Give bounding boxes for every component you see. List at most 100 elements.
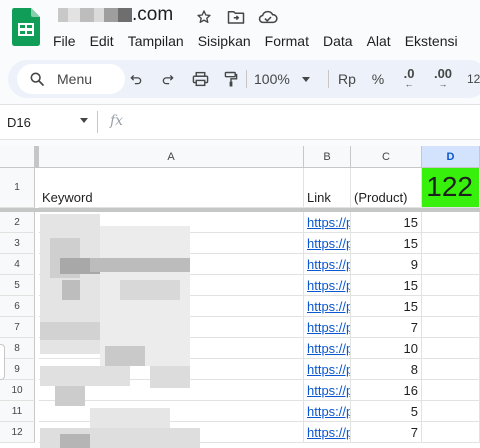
- link-cell[interactable]: https://p: [304, 296, 351, 317]
- menu-insert[interactable]: Sisipkan: [191, 31, 258, 51]
- product-count-cell[interactable]: 8: [351, 359, 422, 380]
- link-cell[interactable]: https://p: [304, 212, 351, 233]
- product-count-cell[interactable]: 9: [351, 254, 422, 275]
- increase-decimal-button[interactable]: .00 →: [429, 66, 457, 90]
- empty-cell-d[interactable]: [422, 380, 480, 401]
- link-cell[interactable]: https://p: [304, 254, 351, 275]
- header-cell-keyword[interactable]: Keyword: [39, 168, 304, 208]
- column-header-a[interactable]: A: [39, 146, 304, 168]
- search-icon: [30, 72, 44, 86]
- empty-cell-d[interactable]: [422, 338, 480, 359]
- empty-cell-d[interactable]: [422, 254, 480, 275]
- title-actions: [193, 7, 279, 27]
- menu-data[interactable]: Data: [316, 31, 360, 51]
- select-all-corner[interactable]: [0, 146, 35, 168]
- side-panel-tab[interactable]: [0, 344, 5, 380]
- column-header-b[interactable]: B: [304, 146, 351, 168]
- formula-input[interactable]: [140, 111, 470, 133]
- product-count-cell[interactable]: 7: [351, 422, 422, 443]
- menu-bar: File Edit Tampilan Sisipkan Format Data …: [46, 31, 465, 51]
- name-box-value: D16: [7, 114, 31, 130]
- product-count-cell[interactable]: 16: [351, 380, 422, 401]
- product-count-cell[interactable]: 7: [351, 317, 422, 338]
- print-icon[interactable]: [189, 68, 211, 90]
- star-icon[interactable]: [193, 7, 215, 27]
- decrease-decimal-button[interactable]: .0 ←: [397, 66, 421, 90]
- zoom-select[interactable]: 100%: [254, 68, 318, 90]
- arrow-left-icon: ←: [404, 79, 414, 89]
- fx-icon: fx: [110, 113, 124, 129]
- link-cell[interactable]: https://p: [304, 359, 351, 380]
- row-header[interactable]: 6: [0, 296, 35, 317]
- menu-view[interactable]: Tampilan: [121, 31, 191, 51]
- paint-format-icon[interactable]: [220, 68, 242, 90]
- redacted-title: [58, 8, 68, 22]
- row-header[interactable]: 5: [0, 275, 35, 296]
- row-header[interactable]: 1: [0, 168, 35, 208]
- name-box[interactable]: D16: [0, 105, 97, 139]
- column-header-c[interactable]: C: [351, 146, 422, 168]
- empty-cell-d[interactable]: [422, 212, 480, 233]
- empty-cell-d[interactable]: [422, 401, 480, 422]
- menu-tools[interactable]: Alat: [360, 31, 398, 51]
- chevron-down-icon: [80, 118, 88, 123]
- menu-file[interactable]: File: [46, 31, 83, 51]
- empty-cell-d[interactable]: [422, 296, 480, 317]
- app-header: .com File Edit Tampilan Sisipkan Format …: [0, 0, 480, 58]
- link-cell[interactable]: https://p: [304, 317, 351, 338]
- row-header[interactable]: 2: [0, 212, 35, 233]
- chevron-down-icon: [301, 76, 310, 82]
- menu-edit[interactable]: Edit: [83, 31, 121, 51]
- toolbar-divider: [328, 70, 329, 88]
- product-count-cell[interactable]: 15: [351, 212, 422, 233]
- empty-cell-d[interactable]: [422, 359, 480, 380]
- product-count-cell[interactable]: 15: [351, 233, 422, 254]
- search-menus-label: Menu: [57, 71, 93, 87]
- link-cell[interactable]: https://p: [304, 275, 351, 296]
- link-cell[interactable]: https://p: [304, 338, 351, 359]
- row-header[interactable]: 4: [0, 254, 35, 275]
- search-menus-button[interactable]: Menu: [17, 64, 125, 94]
- empty-cell-d[interactable]: [422, 317, 480, 338]
- empty-cell-d[interactable]: [422, 233, 480, 254]
- move-folder-icon[interactable]: [225, 7, 247, 27]
- percent-format-button[interactable]: %: [368, 68, 388, 90]
- redo-icon[interactable]: [158, 68, 178, 90]
- product-count-cell[interactable]: 10: [351, 338, 422, 359]
- more-formats-button[interactable]: 123: [465, 68, 480, 90]
- row-header[interactable]: 3: [0, 233, 35, 254]
- product-count-cell[interactable]: 15: [351, 275, 422, 296]
- cloud-status-icon[interactable]: [257, 7, 279, 27]
- link-cell[interactable]: https://p: [304, 233, 351, 254]
- empty-cell-d[interactable]: [422, 422, 480, 443]
- row-header[interactable]: 7: [0, 317, 35, 338]
- formula-divider: [97, 111, 98, 133]
- increase-decimal-label: .00: [433, 66, 453, 81]
- header-cell-product[interactable]: (Product): [351, 168, 422, 208]
- total-cell[interactable]: 122: [422, 168, 480, 208]
- link-cell[interactable]: https://p: [304, 380, 351, 401]
- link-cell[interactable]: https://p: [304, 422, 351, 443]
- link-cell[interactable]: https://p: [304, 401, 351, 422]
- document-title[interactable]: .com: [58, 4, 173, 26]
- decrease-decimal-label: .0: [403, 66, 415, 81]
- title-suffix: .com: [132, 4, 174, 25]
- zoom-value: 100%: [254, 71, 290, 87]
- column-header-d[interactable]: D: [422, 146, 480, 168]
- row-header[interactable]: 12: [0, 422, 35, 443]
- row-header[interactable]: 9: [0, 359, 35, 380]
- formula-bar: D16 fx: [0, 104, 480, 140]
- toolbar: Menu 100% Rp % .0 ← .00 → 123: [8, 60, 480, 98]
- row-header[interactable]: 8: [0, 338, 35, 359]
- row-header[interactable]: 10: [0, 380, 35, 401]
- menu-format[interactable]: Format: [258, 31, 316, 51]
- empty-cell-d[interactable]: [422, 275, 480, 296]
- undo-icon[interactable]: [126, 68, 146, 90]
- currency-format-button[interactable]: Rp: [335, 68, 359, 90]
- product-count-cell[interactable]: 5: [351, 401, 422, 422]
- header-cell-link[interactable]: Link: [304, 168, 351, 208]
- product-count-cell[interactable]: 15: [351, 296, 422, 317]
- row-header[interactable]: 11: [0, 401, 35, 422]
- sheets-logo-icon[interactable]: [12, 8, 40, 46]
- menu-extensions[interactable]: Ekstensi: [398, 31, 465, 51]
